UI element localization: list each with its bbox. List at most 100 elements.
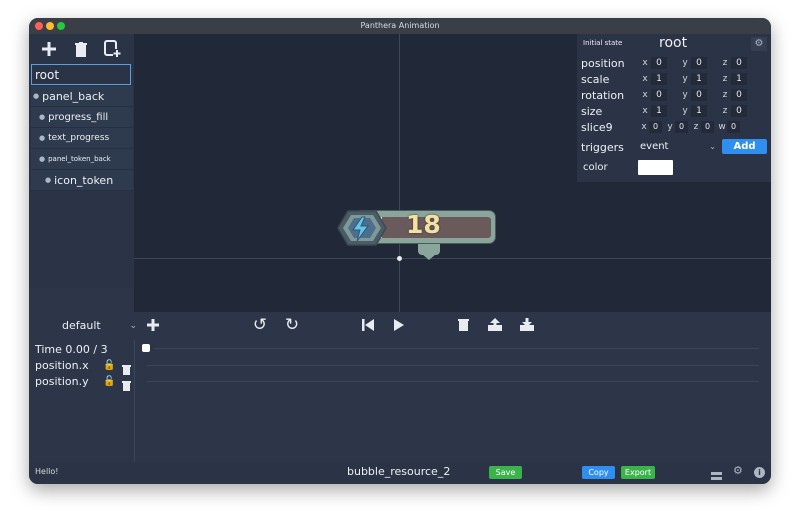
settings-button[interactable]: ⚙: [733, 464, 743, 477]
bullet-icon: ●: [39, 134, 46, 142]
duplicate-icon: [104, 40, 121, 57]
trash-icon: [122, 365, 131, 375]
triggers-value: event: [640, 141, 669, 152]
axis-x-label: x: [642, 106, 648, 116]
tree-item-progress-fill[interactable]: ● progress_fill: [31, 107, 133, 128]
triggers-select[interactable]: event ⌄: [637, 139, 720, 154]
track-line-position-y: [147, 381, 759, 382]
gear-icon: ⚙: [733, 464, 743, 477]
gear-icon: ⚙: [754, 38, 764, 49]
size-label: size: [581, 104, 603, 118]
status-bar: Hello! bubble_resource_2 Save Copy Expor…: [29, 462, 771, 484]
delete-node-button[interactable]: [70, 38, 92, 60]
color-swatch[interactable]: [638, 160, 673, 175]
close-window-button[interactable]: [35, 22, 43, 30]
layers-icon: [711, 472, 722, 480]
redo-icon: ↻: [284, 315, 300, 335]
bullet-icon: ●: [45, 176, 52, 184]
rotation-row: rotation x 0 y 0 z 0: [577, 87, 747, 103]
timeline-divider: [134, 340, 135, 462]
state-label: Initial state: [583, 39, 623, 47]
tree-item-icon-token[interactable]: ● icon_token: [31, 170, 133, 191]
axis-z-label: z: [693, 122, 699, 132]
size-z-input[interactable]: 0: [731, 105, 747, 117]
trash-icon: [75, 41, 87, 57]
tree-item-text-progress[interactable]: ● text_progress: [31, 128, 133, 149]
info-icon: i: [758, 468, 761, 477]
bubble-tail-point: [422, 254, 436, 260]
animation-select[interactable]: default ⌄: [58, 318, 139, 334]
layout-button[interactable]: [711, 467, 722, 480]
size-row: size x 1 y 1 z 0: [577, 103, 747, 119]
time-label: Time 0.00 / 3: [35, 343, 108, 356]
axis-y-label: y: [682, 106, 688, 116]
minimize-window-button[interactable]: [46, 22, 54, 30]
skip-back-icon: [362, 319, 374, 331]
scale-x-input[interactable]: 1: [651, 73, 667, 85]
time-ruler: [154, 348, 759, 349]
lock-icon[interactable]: 🔓: [103, 360, 115, 371]
undo-button[interactable]: ↺: [249, 315, 271, 335]
axis-z-label: z: [722, 74, 728, 84]
delete-keyframe-button[interactable]: [452, 316, 474, 336]
inspector-settings-button[interactable]: ⚙: [751, 37, 767, 51]
play-button[interactable]: [388, 316, 410, 336]
scale-label: scale: [581, 72, 610, 86]
delete-track-button[interactable]: [122, 376, 131, 395]
save-button[interactable]: Save: [489, 466, 522, 479]
rotation-z-input[interactable]: 0: [731, 89, 747, 101]
bullet-icon: ●: [33, 92, 40, 100]
slice9-x-input[interactable]: 0: [649, 121, 662, 133]
add-animation-button[interactable]: [142, 316, 164, 336]
axis-y-label: y: [682, 90, 688, 100]
download-button[interactable]: [516, 316, 538, 336]
progress-counter-text: 18: [406, 210, 441, 239]
axis-x-label: x: [642, 74, 648, 84]
axis-x-label: x: [642, 58, 648, 68]
size-y-input[interactable]: 1: [691, 105, 707, 117]
title-bar: Panthera Animation: [29, 18, 771, 34]
size-x-input[interactable]: 1: [651, 105, 667, 117]
slice9-w-input[interactable]: 0: [727, 121, 740, 133]
duplicate-node-button[interactable]: [102, 38, 124, 60]
position-x-input[interactable]: 0: [651, 57, 667, 69]
upload-icon: [488, 318, 502, 331]
playhead[interactable]: [142, 344, 150, 352]
axis-w-label: w: [718, 122, 726, 132]
axis-y-label: y: [682, 74, 688, 84]
add-node-button[interactable]: [38, 38, 60, 60]
rotation-x-input[interactable]: 0: [651, 89, 667, 101]
lock-icon[interactable]: 🔓: [103, 376, 115, 387]
tree-item-root[interactable]: root: [31, 64, 131, 85]
position-y-input[interactable]: 0: [691, 57, 707, 69]
slice9-y-input[interactable]: 0: [675, 121, 688, 133]
redo-button[interactable]: ↻: [281, 315, 303, 335]
scale-y-input[interactable]: 1: [691, 73, 707, 85]
resource-bubble[interactable]: 18: [336, 210, 496, 260]
track-label-position-y: position.y: [35, 375, 89, 388]
axis-y-label: y: [682, 58, 688, 68]
zoom-window-button[interactable]: [57, 22, 65, 30]
rewind-button[interactable]: [357, 316, 379, 336]
undo-icon: ↺: [252, 315, 268, 335]
axis-x-label: x: [641, 122, 647, 132]
position-z-input[interactable]: 0: [731, 57, 747, 69]
slice9-z-input[interactable]: 0: [701, 121, 714, 133]
scale-z-input[interactable]: 1: [731, 73, 747, 85]
tree-item-panel-back[interactable]: ● panel_back: [31, 86, 133, 107]
upload-button[interactable]: [484, 316, 506, 336]
chevron-down-icon: ⌄: [709, 142, 716, 151]
copy-button[interactable]: Copy: [582, 466, 615, 479]
tree-item-label: progress_fill: [48, 111, 109, 123]
axis-z-label: z: [722, 106, 728, 116]
lightning-icon: [352, 216, 369, 242]
animation-select-value: default: [62, 319, 101, 332]
add-trigger-button[interactable]: Add: [722, 139, 767, 154]
file-name: bubble_resource_2: [347, 465, 451, 478]
info-button[interactable]: i: [754, 467, 765, 478]
export-button[interactable]: Export: [621, 466, 655, 479]
timeline-panel: Time 0.00 / 3 position.x 🔓 position.y 🔓: [29, 340, 771, 462]
rotation-y-input[interactable]: 0: [691, 89, 707, 101]
tree-item-panel-token-back[interactable]: ● panel_token_back: [31, 149, 133, 170]
inspector-panel: Initial state root ⚙ position x 0 y 0 z …: [577, 34, 771, 182]
